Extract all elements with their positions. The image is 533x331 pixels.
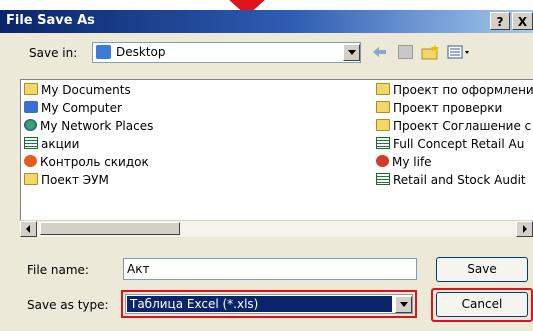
scroll-thumb[interactable]: [40, 222, 180, 235]
save-as-type-combo[interactable]: Таблица Excel (*.xls): [125, 294, 413, 314]
no-entry-icon: [376, 155, 389, 167]
back-arrow-icon[interactable]: [372, 46, 387, 59]
folder-icon: [376, 119, 390, 131]
list-item[interactable]: My Network Places: [24, 117, 153, 135]
list-item[interactable]: Retail and Stock Audit: [376, 171, 533, 189]
horizontal-scrollbar[interactable]: [20, 220, 533, 237]
file-column-left: My Documents My Computer My Network Plac…: [24, 81, 153, 189]
file-name-input[interactable]: Акт: [123, 258, 417, 280]
dialog-title: File Save As: [6, 13, 95, 28]
list-item[interactable]: My Computer: [24, 99, 153, 117]
computer-icon: [24, 101, 38, 113]
list-item[interactable]: Проект Соглашение с: [376, 117, 533, 135]
desktop-icon: [96, 45, 111, 59]
list-item[interactable]: Поект ЭУМ: [24, 171, 153, 189]
scroll-left-button[interactable]: [20, 221, 37, 237]
save-in-value: Desktop: [116, 45, 166, 59]
list-item[interactable]: My life: [376, 153, 533, 171]
chevron-down-icon[interactable]: [343, 44, 360, 61]
cancel-button[interactable]: Cancel: [436, 292, 528, 317]
list-item[interactable]: Full Concept Retail Au: [376, 135, 533, 153]
save-in-label: Save in:: [29, 46, 78, 60]
save-as-type-label: Save as type:: [27, 298, 109, 312]
spreadsheet-icon: [376, 173, 390, 185]
list-item[interactable]: акции: [24, 135, 153, 153]
chevron-down-icon[interactable]: [395, 296, 412, 313]
scroll-right-button[interactable]: [516, 221, 533, 237]
file-column-right: Проект по оформлени Проект проверки Прое…: [376, 81, 533, 189]
list-item[interactable]: Контроль скидок: [24, 153, 153, 171]
folder-icon: [376, 83, 390, 95]
up-folder-icon[interactable]: [398, 45, 413, 59]
folder-icon: [24, 173, 38, 185]
help-button[interactable]: ?: [490, 12, 510, 30]
save-as-type-value: Таблица Excel (*.xls): [127, 296, 392, 312]
save-in-combo[interactable]: Desktop: [92, 42, 361, 63]
new-folder-icon[interactable]: [421, 43, 441, 60]
folder-icon: [24, 83, 38, 95]
app-icon: [24, 155, 37, 167]
view-menu-icon[interactable]: [447, 45, 471, 60]
list-item[interactable]: Проект по оформлени: [376, 81, 533, 99]
list-item[interactable]: Проект проверки: [376, 99, 533, 117]
folder-icon: [376, 101, 390, 113]
save-button[interactable]: Save: [436, 257, 528, 282]
file-name-label: File name:: [27, 263, 89, 277]
spreadsheet-icon: [376, 137, 390, 149]
list-item[interactable]: My Documents: [24, 81, 153, 99]
network-icon: [24, 119, 37, 131]
close-button[interactable]: X: [512, 12, 533, 30]
spreadsheet-icon: [24, 137, 38, 149]
